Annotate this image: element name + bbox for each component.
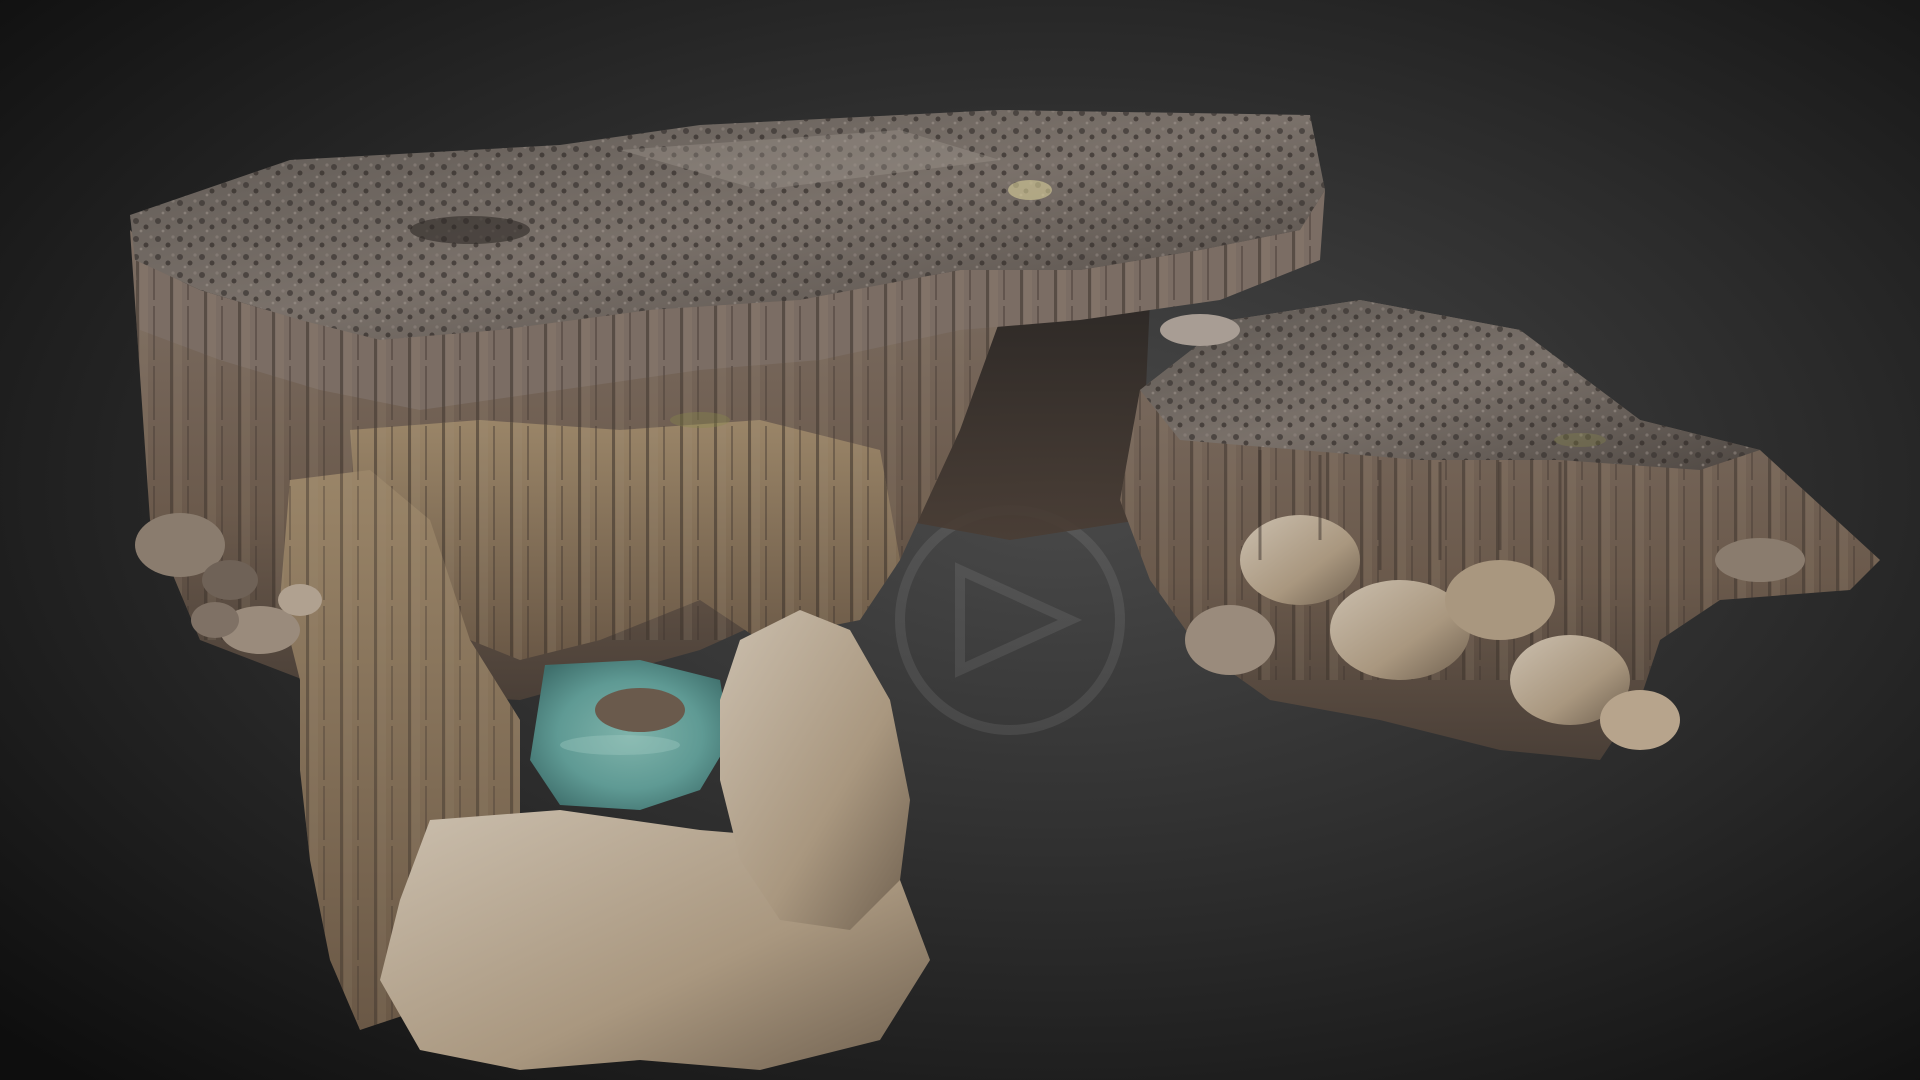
scene-canvas: [0, 0, 1920, 1080]
moss-patch: [1554, 433, 1606, 447]
pool-rock: [595, 688, 685, 732]
moss-patch: [670, 412, 730, 428]
tide-pool: [530, 660, 730, 810]
3d-model-viewport[interactable]: [0, 0, 1920, 1080]
